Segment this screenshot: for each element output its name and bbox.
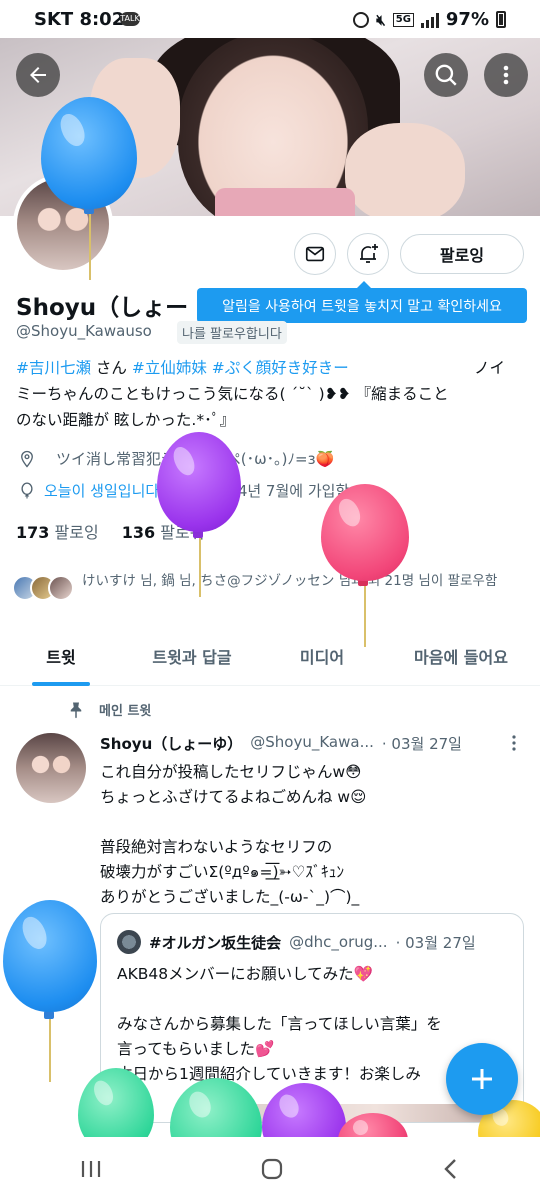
mutual-avatars — [12, 575, 76, 607]
network-type: 5G — [392, 12, 414, 27]
alarm-icon — [353, 11, 370, 28]
follows-you-badge: 나를 팔로우합니다 — [177, 321, 287, 344]
balloon-string — [199, 537, 201, 597]
notifications-button[interactable] — [347, 233, 389, 275]
tab-tweets[interactable]: 트윗 — [0, 626, 122, 686]
pin-icon — [70, 702, 82, 718]
status-bar: SKT 8:02 TALK 🔇︎ 5G 97% — [0, 0, 540, 38]
compose-tweet-button[interactable] — [446, 1043, 518, 1115]
balloon-icon — [21, 481, 33, 498]
search-button[interactable] — [424, 53, 468, 97]
bio-text: ノイ — [473, 359, 505, 377]
mute-icon: 🔇︎ — [376, 10, 386, 29]
tweet-text: これ自分が投稿したセリフじゃんw😳 ちょっとふざけてるよねごめんね w😌 普段絶… — [100, 763, 367, 906]
tab-tweets-replies[interactable]: 트윗과 답글 — [122, 626, 262, 686]
tab-likes[interactable]: 마음에 들어요 — [382, 626, 540, 686]
tweet-header: Shoyu（しょーゆ） @Shoyu_Kawa... · 03월 27일 — [100, 733, 462, 754]
pinned-indicator: 메인 트윗 — [67, 700, 151, 719]
location-icon — [21, 450, 33, 468]
tweet-author-handle[interactable]: @Shoyu_Kawa... — [250, 733, 374, 754]
hashtag-link[interactable]: #立仙姉妹 — [132, 359, 207, 377]
banner-photo-hand — [345, 123, 465, 216]
recent-apps-icon[interactable] — [78, 1158, 104, 1180]
compose-plus-icon — [472, 1069, 492, 1089]
more-options-button[interactable] — [484, 53, 528, 97]
tweet-more-button[interactable] — [508, 733, 520, 753]
quoted-author-name: #オルガン坂生徒会 — [149, 933, 282, 952]
banner-photo-outfit — [215, 188, 355, 216]
profile-tabs: 트윗 트윗과 답글 미디어 마음에 들어요 — [0, 626, 540, 686]
balloon-string — [364, 585, 366, 647]
more-vertical-icon — [503, 65, 509, 85]
following-count: 173 — [16, 523, 50, 542]
back-nav-icon[interactable] — [440, 1156, 462, 1182]
quoted-author-handle: @dhc_orug... — [289, 933, 388, 951]
following-button[interactable]: 팔로잉 — [400, 234, 524, 274]
profile-handle: @Shoyu_Kawauso — [16, 322, 152, 340]
followers-count: 136 — [121, 523, 156, 542]
bio-text: ミーちゃんのこともけっこう気になる( ´˘` )❥❥ 『縮まること — [16, 385, 449, 403]
battery-percent: 97% — [445, 9, 489, 30]
blue-balloon — [41, 97, 137, 209]
quoted-date: · 03월 27일 — [395, 933, 476, 952]
pink-balloon — [321, 484, 409, 581]
more-vertical-icon — [512, 735, 516, 751]
battery-icon — [496, 11, 506, 28]
search-icon — [435, 64, 457, 86]
message-button[interactable] — [294, 233, 336, 275]
pinned-label: 메인 트윗 — [99, 704, 152, 719]
quoted-avatar — [117, 930, 141, 954]
following-label: 팔로잉 — [54, 523, 99, 542]
balloon-string — [89, 212, 91, 280]
tweet-author-name[interactable]: Shoyu（しょーゆ） — [100, 733, 242, 754]
profile-display-name: Shoyu（しょー — [16, 295, 189, 321]
hashtag-link[interactable]: #ぷく顔好き好きー — [212, 359, 349, 377]
bell-plus-icon — [360, 244, 378, 263]
following-stat[interactable]: 173 팔로잉 — [16, 523, 99, 542]
status-time: SKT 8:02 — [34, 9, 125, 30]
mutual-followers-text[interactable]: けいすけ 님, 鍋 님, ちさ@フジゾノッセン 님과 외 21명 님이 팔로우함 — [82, 571, 532, 592]
hashtag-link[interactable]: #吉川七瀬 — [16, 359, 91, 377]
tweet-date[interactable]: · 03월 27일 — [382, 733, 462, 754]
blue-balloon — [3, 900, 97, 1012]
avatar — [48, 575, 74, 601]
talk-notification-icon: TALK — [120, 12, 140, 26]
purple-balloon — [157, 432, 241, 532]
birthday-link[interactable]: 오늘이 생일입니다! — [44, 480, 165, 501]
back-arrow-icon — [30, 67, 46, 83]
system-navigation-bar — [0, 1137, 540, 1200]
back-button[interactable] — [16, 53, 60, 97]
tweet-avatar[interactable] — [16, 733, 86, 803]
home-icon[interactable] — [259, 1156, 285, 1182]
balloon-string — [49, 1018, 51, 1082]
signal-icon — [420, 12, 439, 28]
status-right: 🔇︎ 5G 97% — [353, 9, 506, 30]
balloon-knot — [44, 1011, 54, 1019]
mail-icon — [305, 246, 325, 262]
quoted-tweet-header: #オルガン坂生徒会 @dhc_orug... · 03월 27일 — [117, 930, 476, 954]
bio-text: さん — [91, 359, 132, 377]
notification-tooltip[interactable]: 알림을 사용하여 트윗을 놓치지 말고 확인하세요 — [197, 281, 527, 323]
profile-bio: #吉川七瀬 さん #立仙姉妹 #ぷく顔好き好きー ノイ ミーちゃんのこともけっこ… — [16, 355, 521, 433]
bio-text: のない距離が 眩しかった.*･ﾟ』 — [16, 411, 236, 429]
